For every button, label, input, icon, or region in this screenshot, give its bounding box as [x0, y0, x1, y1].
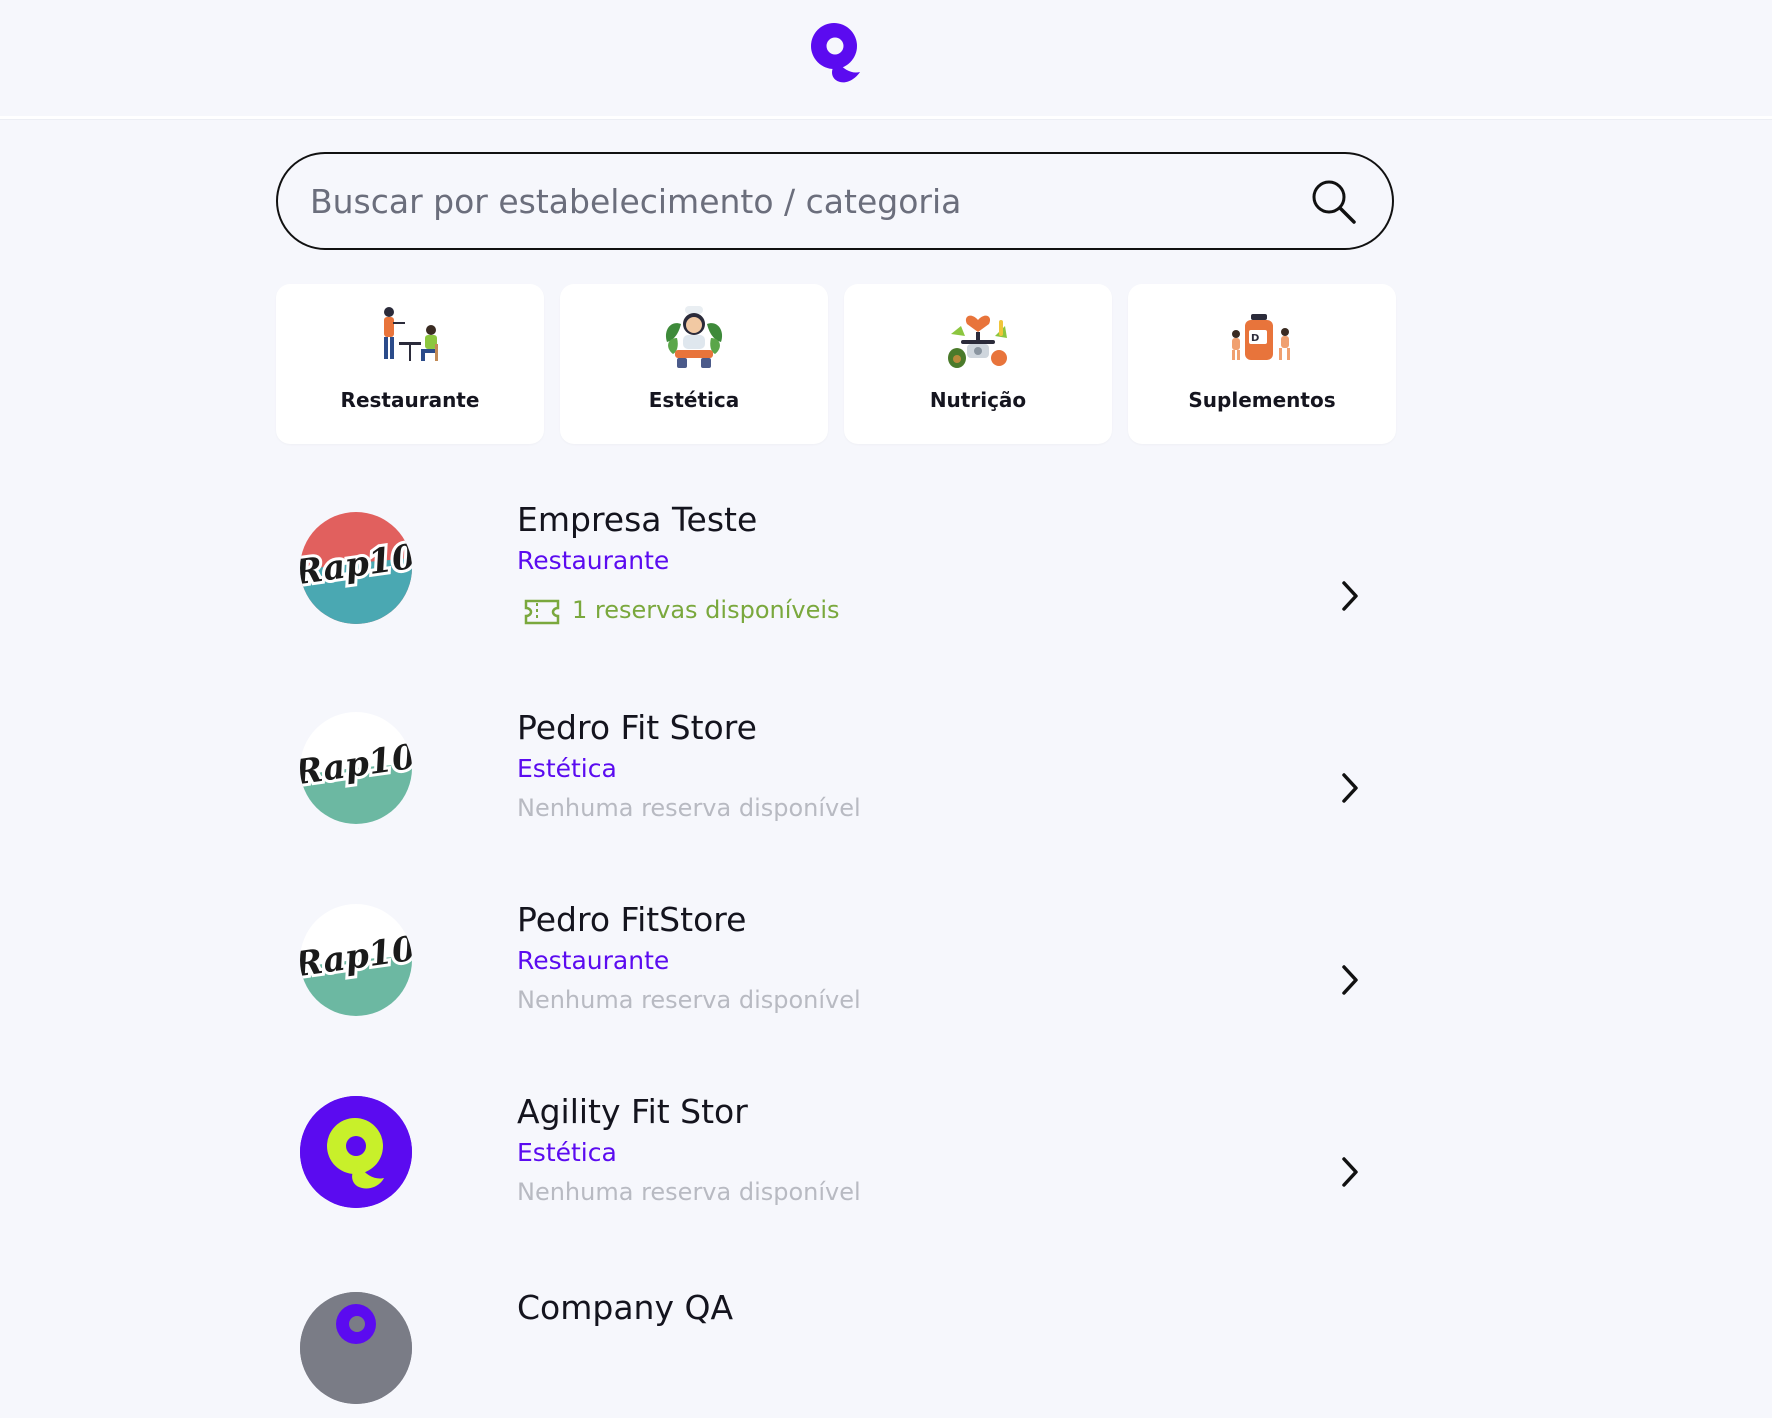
establishment-row[interactable]: Rap10 Rap10 Pedro FitStore Restaurante N…	[276, 864, 1396, 1034]
nutrition-illustration-icon	[948, 315, 1007, 368]
category-card-nutricao[interactable]: Nutrição	[844, 284, 1112, 444]
category-card-suplementos[interactable]: D Suplementos	[1128, 284, 1396, 444]
establishment-avatar: Rap10 Rap10	[300, 712, 412, 824]
search-bar	[276, 152, 1394, 250]
establishment-avatar: Rap10 Rap10	[300, 512, 412, 624]
svg-text:D: D	[1251, 333, 1259, 344]
establishment-row[interactable]: Agility Fit Stor Estética Nenhuma reserv…	[276, 1056, 1396, 1226]
aesthetics-illustration-icon	[665, 306, 723, 368]
brand-logo-icon	[300, 1292, 412, 1404]
category-label: Suplementos	[1188, 388, 1336, 412]
establishment-avatar: Rap10 Rap10	[300, 904, 412, 1016]
establishment-avatar	[300, 1096, 412, 1208]
reservation-status: Nenhuma reserva disponível	[517, 986, 861, 1014]
category-card-estetica[interactable]: Estética	[560, 284, 828, 444]
category-label: Nutrição	[929, 388, 1027, 412]
restaurant-illustration-icon	[384, 307, 438, 361]
establishment-row[interactable]: Company QA	[276, 1248, 1396, 1418]
reservation-status: 1 reservas disponíveis	[572, 596, 840, 624]
chevron-right-icon[interactable]	[1336, 962, 1364, 998]
ticket-icon	[524, 599, 560, 625]
establishment-category: Estética	[517, 754, 617, 783]
establishment-name: Agility Fit Stor	[517, 1092, 748, 1131]
brand-logo-icon[interactable]	[808, 18, 864, 86]
rap10-logo: Rap10 Rap10	[300, 712, 412, 824]
establishment-name: Company QA	[517, 1288, 734, 1327]
reservation-status: Nenhuma reserva disponível	[517, 794, 861, 822]
establishment-category: Estética	[517, 1138, 617, 1167]
establishment-name: Pedro FitStore	[517, 900, 747, 939]
search-icon[interactable]	[1310, 178, 1358, 226]
supplements-illustration-icon: D	[1232, 314, 1290, 360]
establishment-category: Restaurante	[517, 946, 670, 975]
search-input[interactable]	[310, 154, 1270, 248]
category-grid: Restaurante Estética Nutrição D Suplemen…	[276, 284, 1396, 444]
establishment-row[interactable]: Rap10 Rap10 Empresa Teste Restaurante 1 …	[276, 480, 1396, 650]
chevron-right-icon[interactable]	[1336, 770, 1364, 806]
rap10-logo: Rap10 Rap10	[300, 904, 412, 1016]
app-header	[0, 0, 1772, 119]
establishment-name: Empresa Teste	[517, 500, 758, 539]
brand-logo-icon	[300, 1096, 412, 1208]
establishment-row[interactable]: Rap10 Rap10 Pedro Fit Store Estética Nen…	[276, 672, 1396, 842]
category-label: Estética	[648, 388, 740, 412]
rap10-logo: Rap10 Rap10	[300, 512, 412, 624]
category-label: Restaurante	[340, 388, 480, 412]
chevron-right-icon[interactable]	[1336, 1154, 1364, 1190]
category-card-restaurante[interactable]: Restaurante	[276, 284, 544, 444]
reservation-status: Nenhuma reserva disponível	[517, 1178, 861, 1206]
establishment-category: Restaurante	[517, 546, 670, 575]
chevron-right-icon[interactable]	[1336, 578, 1364, 614]
establishment-name: Pedro Fit Store	[517, 708, 757, 747]
establishment-avatar	[300, 1292, 412, 1404]
